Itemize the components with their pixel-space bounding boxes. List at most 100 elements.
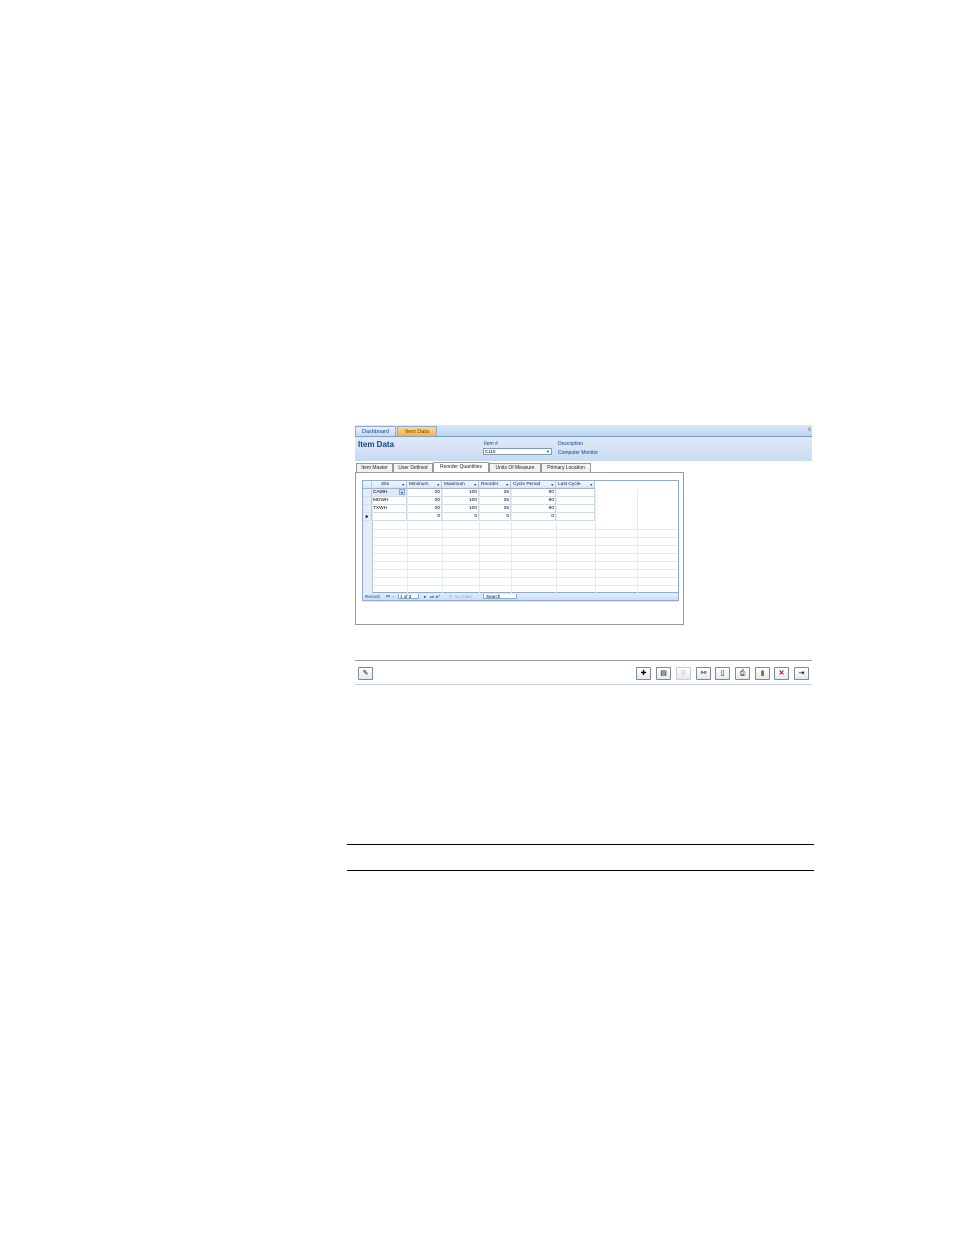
table-cell[interactable] — [556, 513, 595, 521]
table-cell[interactable]: 20 — [407, 497, 442, 505]
cell-value: 25 — [503, 490, 509, 495]
grid-line — [637, 489, 638, 594]
cell-value: 20 — [434, 506, 440, 511]
delete-record-icon[interactable]: ▮ — [755, 667, 770, 680]
sort-filter-arrow-icon[interactable]: ▼ — [437, 481, 440, 488]
column-header[interactable]: Minimum ▼ — [407, 481, 442, 489]
table-cell[interactable] — [556, 505, 595, 513]
table-cell[interactable]: MDWH — [372, 497, 407, 505]
table-cell[interactable]: 0 — [511, 513, 556, 521]
close-icon[interactable]: x — [808, 425, 811, 435]
tab-item-master[interactable]: Item Master — [356, 463, 393, 472]
description-label: Description — [558, 441, 584, 447]
column-header-label: Site — [381, 482, 390, 487]
empty-row — [363, 593, 678, 602]
table-cell[interactable] — [556, 489, 595, 497]
tab-units-of-measure[interactable]: Units Of Measure — [489, 463, 541, 472]
table-cell[interactable]: 25 — [479, 489, 511, 497]
page-title: Item Data — [358, 440, 395, 449]
tab-item-data[interactable]: Item Data — [397, 426, 437, 436]
find-icon[interactable]: ⚲ — [676, 667, 691, 680]
table-cell[interactable]: 20 — [407, 505, 442, 513]
table-cell[interactable] — [556, 497, 595, 505]
new-record-marker-icon[interactable]: ✱ — [363, 513, 372, 521]
sort-filter-arrow-icon[interactable]: ▼ — [551, 481, 554, 488]
table-cell[interactable]: 90 — [511, 497, 556, 505]
table-cell[interactable]: 100 — [442, 489, 479, 497]
table-cell[interactable]: 90 — [511, 505, 556, 513]
column-header[interactable]: Last Cycle ▼ — [556, 481, 595, 489]
cell-value: 20 — [434, 498, 440, 503]
cell-value: 90 — [548, 498, 554, 503]
tab-user-defined[interactable]: User Defined — [393, 463, 433, 472]
row-selector-column — [363, 521, 373, 594]
grid-line — [595, 489, 596, 594]
table-cell[interactable]: 0 — [407, 513, 442, 521]
cell-value: 20 — [434, 490, 440, 495]
grid-line — [511, 489, 512, 594]
column-header-label: Reorder — [481, 482, 499, 487]
table-cell[interactable]: CAWH ▾ — [372, 489, 407, 497]
row-selector[interactable] — [363, 497, 372, 505]
sort-filter-arrow-icon[interactable]: ▼ — [474, 481, 477, 488]
grid-line — [479, 489, 480, 594]
tab-primary-location[interactable]: Primary Location — [541, 463, 591, 472]
description-value: Computer Monitor — [558, 450, 599, 456]
select-all-box[interactable] — [363, 481, 372, 489]
cell-value: MDWH — [373, 498, 389, 503]
document-tab-strip: Dashboard Item Data x — [355, 425, 812, 437]
row-selector[interactable] — [363, 489, 372, 497]
table-cell[interactable]: 25 — [479, 505, 511, 513]
chevron-down-icon[interactable]: ▾ — [399, 489, 405, 495]
table-cell[interactable]: 0 — [442, 513, 479, 521]
chevron-down-icon[interactable]: ▼ — [545, 449, 551, 454]
grid-line — [407, 489, 408, 594]
table-cell[interactable]: TXWH — [372, 505, 407, 513]
close-form-icon[interactable]: ✕ — [774, 667, 789, 680]
edit-note-icon[interactable]: ✎ — [358, 667, 373, 680]
form-toolbar: ✎ ✚ ▤ ⚲ ⚯ ▯ ⎙ ▮ ✕ ⇥ — [355, 660, 812, 685]
table-cell[interactable]: 25 — [479, 497, 511, 505]
form-header: Item Data Item # C110 ▼ Description Comp… — [355, 437, 812, 461]
exit-icon[interactable]: ⇥ — [794, 667, 809, 680]
cell-value: 100 — [468, 490, 477, 495]
print-icon[interactable]: ⎙ — [735, 667, 750, 680]
column-header[interactable]: Site ▼ — [372, 481, 407, 489]
save-record-icon[interactable]: ▤ — [656, 667, 671, 680]
cell-value: 90 — [548, 490, 554, 495]
cell-value: 25 — [503, 498, 509, 503]
cell-value: 0 — [506, 514, 509, 519]
cell-value: TXWH — [373, 506, 388, 511]
column-header-label: Cycle Period — [513, 482, 541, 487]
table-cell[interactable]: 100 — [442, 505, 479, 513]
grid-line — [442, 489, 443, 594]
table-cell[interactable] — [372, 513, 407, 521]
print-preview-icon[interactable]: ▯ — [715, 667, 730, 680]
new-record-icon[interactable]: ✚ — [636, 667, 651, 680]
table-cell[interactable]: 90 — [511, 489, 556, 497]
sort-filter-arrow-icon[interactable]: ▼ — [506, 481, 509, 488]
find-next-icon[interactable]: ⚯ — [696, 667, 711, 680]
cell-value: 90 — [548, 506, 554, 511]
cell-value: 100 — [468, 498, 477, 503]
access-window: Dashboard Item Data x Item Data Item # C… — [355, 425, 812, 686]
tab-reorder-quantities[interactable]: Reorder Quantities — [433, 462, 489, 472]
reorder-quantities-page: Record: ⏮ ◂ 1 of 3 ▸ ⏭ ▸* ⚲ No Filter Se… — [355, 472, 684, 625]
table-cell[interactable]: 20 — [407, 489, 442, 497]
grid-line — [556, 489, 557, 594]
sort-filter-arrow-icon[interactable]: ▼ — [402, 481, 405, 488]
column-header[interactable]: Cycle Period ▼ — [511, 481, 556, 489]
row-selector[interactable] — [363, 505, 372, 513]
column-header-label: Minimum — [409, 482, 429, 487]
sort-filter-arrow-icon[interactable]: ▼ — [590, 481, 593, 488]
tab-dashboard[interactable]: Dashboard — [355, 426, 396, 436]
cell-value: 100 — [468, 506, 477, 511]
column-header[interactable]: Reorder ▼ — [479, 481, 511, 489]
reorder-datasheet: Record: ⏮ ◂ 1 of 3 ▸ ⏭ ▸* ⚲ No Filter Se… — [362, 480, 679, 602]
table-cell[interactable]: 0 — [479, 513, 511, 521]
item-number-combo[interactable]: C110 ▼ — [483, 448, 552, 455]
column-header[interactable]: Maximum ▼ — [442, 481, 479, 489]
cell-value: 0 — [474, 514, 477, 519]
column-header-label: Maximum — [444, 482, 465, 487]
table-cell[interactable]: 100 — [442, 497, 479, 505]
